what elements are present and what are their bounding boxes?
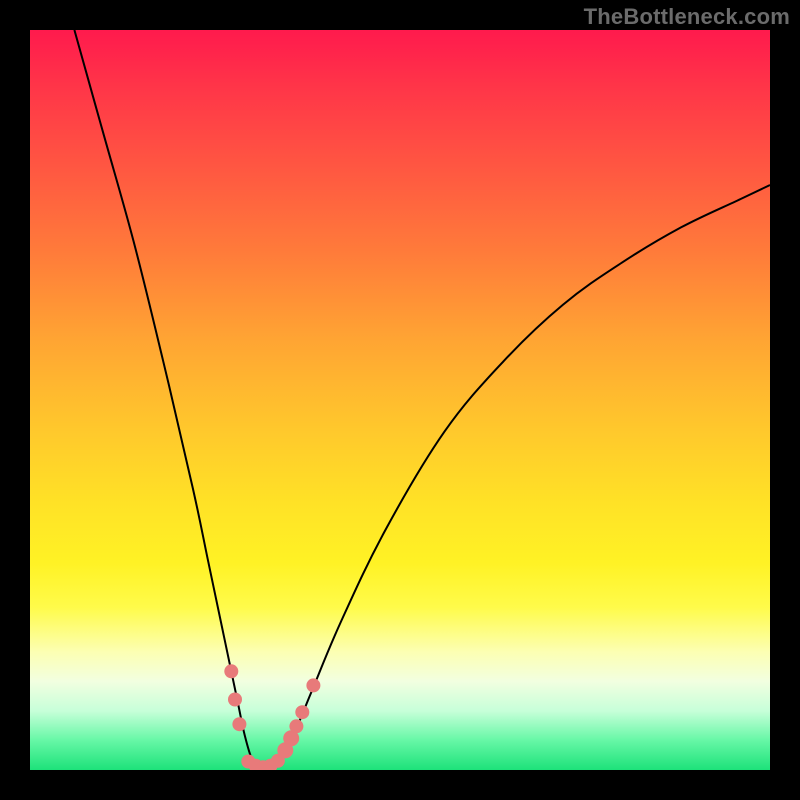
data-marker	[232, 717, 246, 731]
bottleneck-curve	[74, 30, 770, 769]
chart-frame: TheBottleneck.com	[0, 0, 800, 800]
plot-area	[30, 30, 770, 770]
data-marker	[224, 664, 238, 678]
data-marker	[295, 705, 309, 719]
data-marker	[289, 719, 303, 733]
data-marker	[228, 693, 242, 707]
marker-layer	[224, 664, 320, 770]
curve-layer	[30, 30, 770, 770]
watermark-text: TheBottleneck.com	[584, 4, 790, 30]
data-marker	[306, 678, 320, 692]
